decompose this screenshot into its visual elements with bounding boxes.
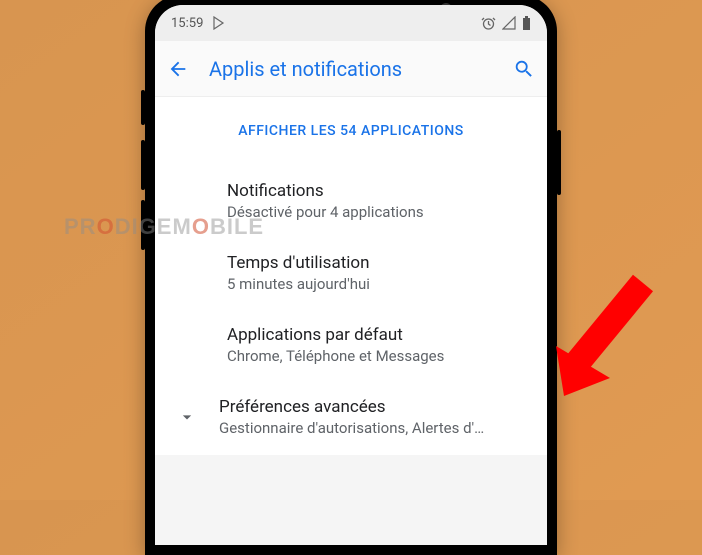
list-item-subtitle: Désactivé pour 4 applications bbox=[227, 203, 523, 221]
side-button bbox=[141, 90, 145, 125]
search-button[interactable] bbox=[513, 58, 535, 80]
settings-content: AFFICHER LES 54 APPLICATIONS Notificatio… bbox=[155, 97, 547, 455]
volume-down-button bbox=[141, 200, 145, 250]
list-item-default-apps[interactable]: Applications par défaut Chrome, Téléphon… bbox=[155, 309, 547, 381]
chevron-down-icon bbox=[177, 407, 197, 427]
list-item-title: Applications par défaut bbox=[227, 325, 523, 345]
phone-frame: 15:59 Applis et notific bbox=[145, 0, 557, 555]
annotation-arrow-icon bbox=[548, 268, 668, 412]
list-item-subtitle: Chrome, Téléphone et Messages bbox=[227, 347, 523, 365]
play-store-icon bbox=[213, 16, 225, 30]
app-bar: Applis et notifications bbox=[155, 41, 547, 97]
list-item-title: Temps d'utilisation bbox=[227, 253, 523, 273]
back-button[interactable] bbox=[167, 58, 189, 80]
list-item-notifications[interactable]: Notifications Désactivé pour 4 applicati… bbox=[155, 165, 547, 237]
list-item-screen-time[interactable]: Temps d'utilisation 5 minutes aujourd'hu… bbox=[155, 237, 547, 309]
list-item-subtitle: 5 minutes aujourd'hui bbox=[227, 275, 523, 293]
signal-icon bbox=[502, 16, 516, 30]
list-item-title: Préférences avancées bbox=[219, 397, 523, 417]
page-title: Applis et notifications bbox=[209, 57, 493, 81]
list-item-advanced[interactable]: Préférences avancées Gestionnaire d'auto… bbox=[155, 381, 547, 453]
status-time: 15:59 bbox=[171, 16, 203, 31]
alarm-icon bbox=[481, 16, 496, 31]
list-item-subtitle: Gestionnaire d'autorisations, Alertes d'… bbox=[219, 419, 523, 437]
show-all-apps-button[interactable]: AFFICHER LES 54 APPLICATIONS bbox=[155, 99, 547, 165]
power-button bbox=[557, 130, 561, 195]
phone-screen: 15:59 Applis et notific bbox=[155, 5, 547, 545]
list-item-title: Notifications bbox=[227, 181, 523, 201]
battery-icon bbox=[522, 16, 531, 30]
status-bar: 15:59 bbox=[155, 5, 547, 41]
volume-up-button bbox=[141, 140, 145, 190]
